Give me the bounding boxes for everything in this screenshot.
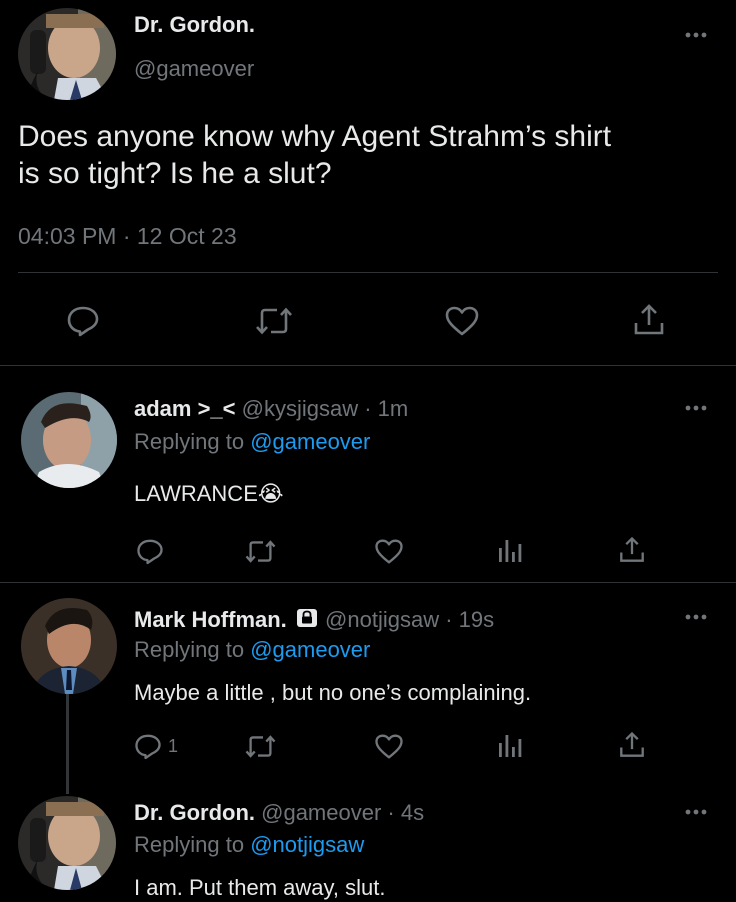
analytics-icon [499, 735, 522, 757]
share-button[interactable] [618, 731, 646, 759]
divider [18, 272, 718, 273]
reply-text: LAWRANCE😭 [134, 481, 284, 506]
replying-to: Replying to @gameover [134, 636, 370, 664]
more-icon[interactable] [684, 31, 708, 39]
replying-to-handle[interactable]: @gameover [250, 429, 370, 454]
reply-text: I am. Put them away, slut. [134, 875, 386, 900]
share-icon [634, 304, 664, 335]
replying-to-label: Replying to [134, 832, 245, 857]
divider [0, 582, 736, 583]
avatar[interactable] [18, 796, 116, 890]
reply-display-name[interactable]: Dr. Gordon. [134, 800, 255, 825]
more-icon[interactable] [684, 613, 708, 621]
retweet-icon [245, 540, 276, 563]
heart-icon [375, 539, 403, 564]
more-icon[interactable] [684, 808, 708, 816]
tweet-text-line-1: Does anyone know why Agent Strahm’s shir… [18, 120, 612, 153]
reply-icon [137, 539, 163, 565]
analytics-icon [499, 540, 522, 562]
reply-time[interactable]: · 19s [445, 607, 494, 632]
reply-display-name[interactable]: adam >_< [134, 396, 236, 421]
share-icon [620, 731, 644, 757]
reply-icon [67, 306, 99, 337]
reply-button[interactable] [66, 305, 100, 337]
reply-handle[interactable]: @gameover [261, 800, 381, 825]
replying-to: Replying to @notjigsaw [134, 831, 364, 859]
replying-to: Replying to @gameover [134, 428, 370, 456]
reply-header: Mark Hoffman. @notjigsaw · 19s [134, 606, 494, 634]
replying-to-handle[interactable]: @gameover [250, 637, 370, 662]
views-button[interactable] [496, 538, 524, 564]
author-display-name[interactable]: Dr. Gordon. [134, 12, 255, 38]
avatar[interactable] [21, 598, 117, 694]
share-icon [620, 536, 644, 562]
retweet-button[interactable] [244, 539, 277, 564]
like-button[interactable] [374, 733, 404, 760]
reply-button[interactable] [136, 538, 164, 565]
reply-header: adam >_< @kysjigsaw · 1m [134, 395, 408, 423]
reply-text: Maybe a little , but no one’s complainin… [134, 680, 532, 705]
retweet-icon [256, 307, 292, 335]
share-button[interactable] [632, 303, 666, 337]
author-handle[interactable]: @gameover [134, 56, 254, 82]
reply-handle[interactable]: @kysjigsaw [242, 396, 358, 421]
replying-to-label: Replying to [134, 637, 245, 662]
replying-to-handle[interactable]: @notjigsaw [250, 832, 364, 857]
avatar[interactable] [18, 8, 116, 100]
reply-handle[interactable]: @notjigsaw [325, 607, 439, 632]
reply-time[interactable]: · 4s [387, 800, 424, 825]
divider [0, 365, 736, 366]
heart-icon [445, 306, 479, 336]
tweet-text-line-2: is so tight? Is he a slut? [18, 157, 332, 190]
like-button[interactable] [444, 305, 480, 337]
retweet-button[interactable] [244, 734, 277, 759]
reply-header: Dr. Gordon. @gameover · 4s [134, 799, 424, 827]
reply-icon [135, 734, 161, 760]
reply-count: 1 [168, 736, 179, 756]
heart-icon [375, 734, 403, 759]
avatar[interactable] [21, 392, 117, 488]
tweet-timestamp[interactable]: 04:03 PM · 12 Oct 23 [18, 222, 237, 250]
views-button[interactable] [496, 733, 524, 759]
thread-connector-line [66, 686, 69, 794]
reply-display-name[interactable]: Mark Hoffman. [134, 607, 287, 632]
more-icon[interactable] [684, 404, 708, 412]
replying-to-label: Replying to [134, 429, 245, 454]
like-button[interactable] [374, 538, 404, 565]
retweet-icon [245, 735, 276, 758]
reply-time[interactable]: · 1m [364, 396, 408, 421]
share-button[interactable] [618, 536, 646, 564]
retweet-button[interactable] [254, 306, 294, 336]
reply-button[interactable] [134, 733, 162, 760]
lock-icon [296, 609, 317, 627]
